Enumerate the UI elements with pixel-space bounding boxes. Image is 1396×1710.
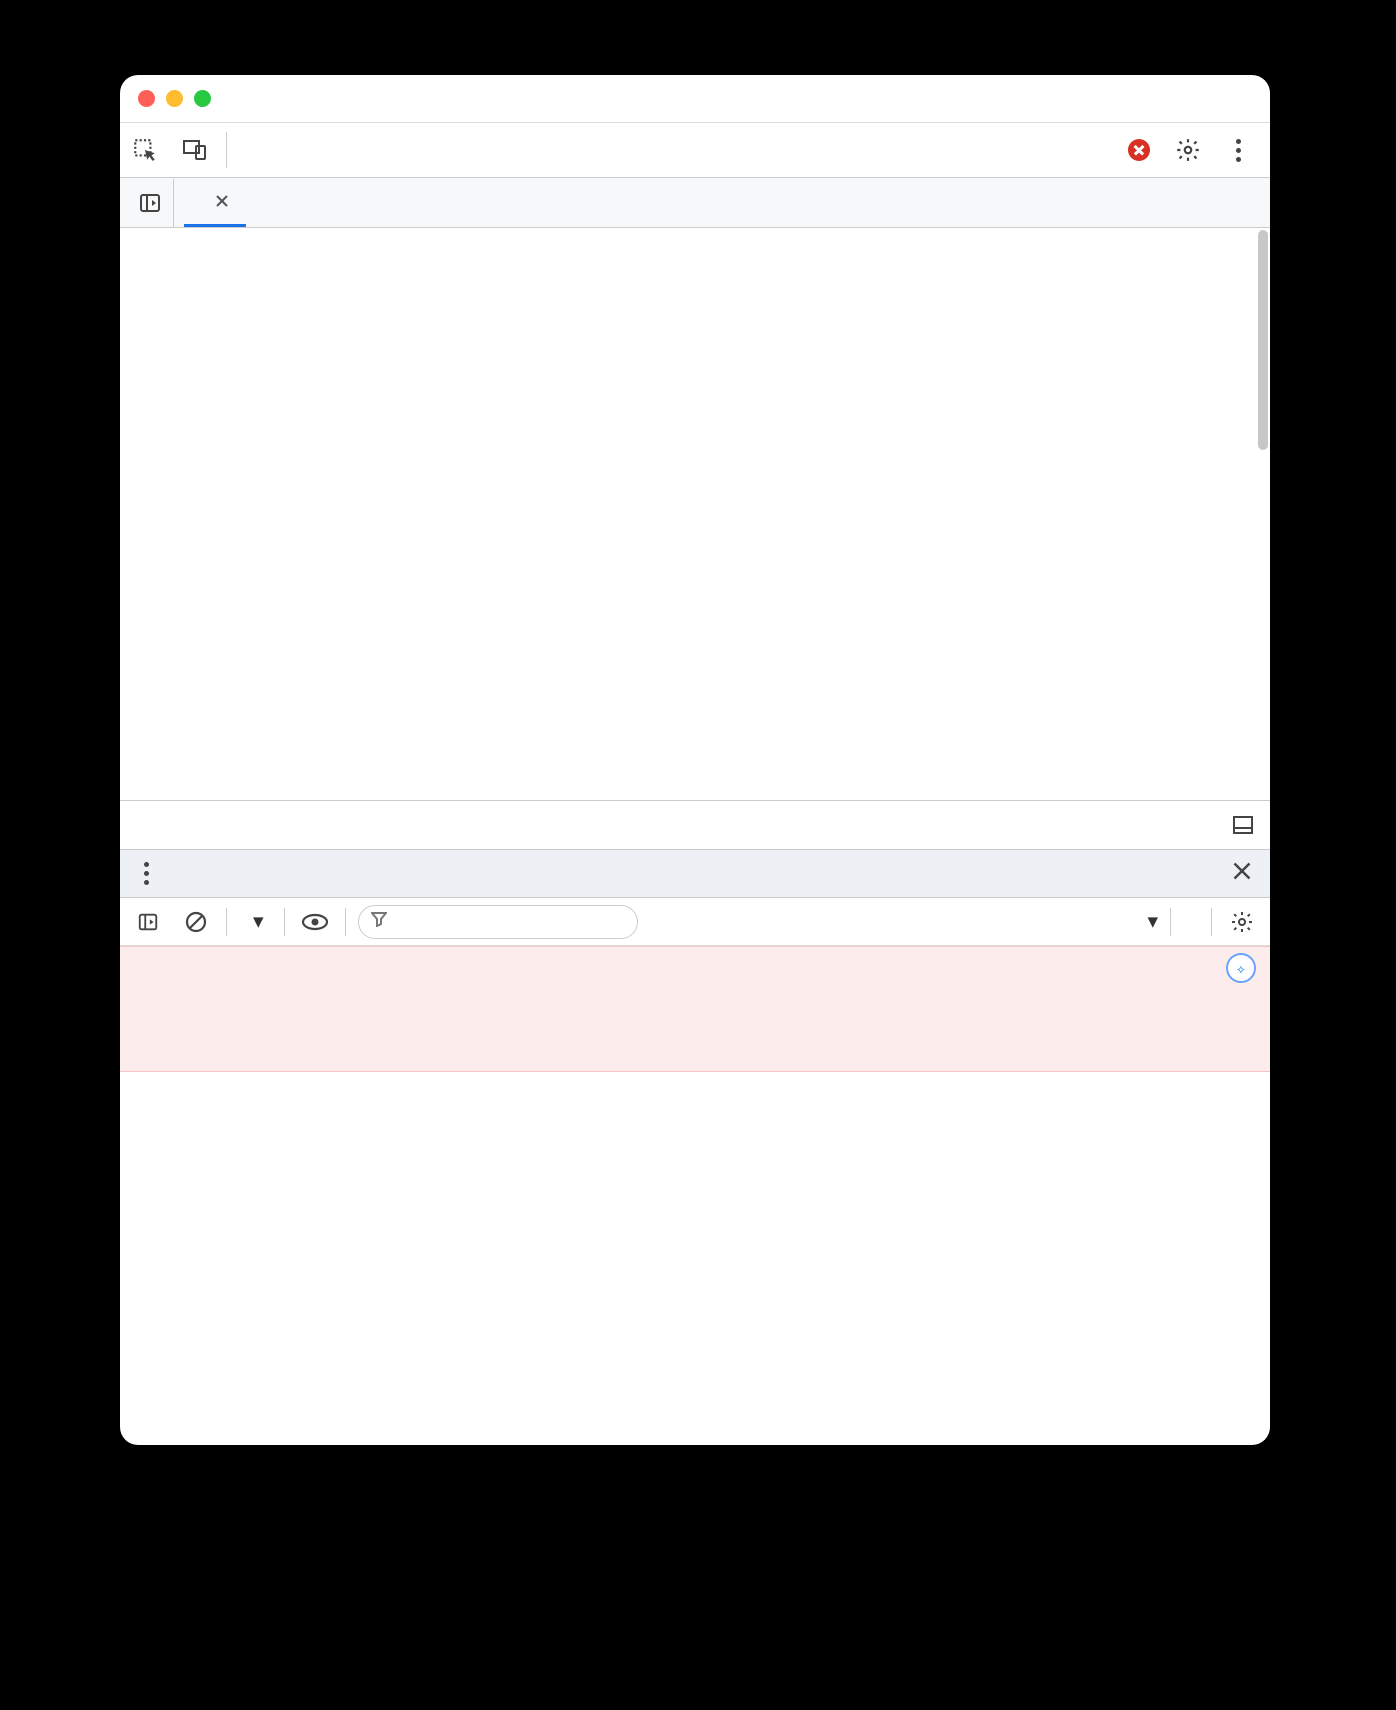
- chevron-down-icon: ▾: [1147, 909, 1158, 934]
- drawer-menu-icon[interactable]: [126, 856, 166, 892]
- file-tab[interactable]: [184, 179, 246, 227]
- devtools-window: ▾ ▾ ✧: [120, 75, 1270, 1445]
- close-drawer-icon[interactable]: [1220, 860, 1264, 888]
- editor-statusbar: [120, 800, 1270, 850]
- divider: [1170, 908, 1171, 936]
- console-toolbar: ▾ ▾: [120, 898, 1270, 946]
- drawer-tabs: [120, 850, 1270, 898]
- console-error-entry[interactable]: ✧: [120, 946, 1270, 1072]
- titlebar: [120, 75, 1270, 123]
- device-toggle-icon[interactable]: [170, 123, 220, 178]
- error-count-badge[interactable]: [1128, 139, 1156, 161]
- dock-icon[interactable]: [1228, 813, 1258, 837]
- show-navigator-icon[interactable]: [126, 179, 174, 227]
- divider: [226, 132, 227, 168]
- divider: [284, 908, 285, 936]
- console-sidebar-icon[interactable]: [130, 904, 166, 940]
- minimize-icon[interactable]: [166, 90, 183, 107]
- settings-icon[interactable]: [1170, 132, 1206, 168]
- fullscreen-icon[interactable]: [194, 90, 211, 107]
- divider: [1211, 908, 1212, 936]
- close-tab-icon[interactable]: [212, 191, 232, 211]
- filter-icon: [371, 910, 387, 933]
- error-icon: [1128, 139, 1150, 161]
- divider: [345, 908, 346, 936]
- kebab-menu-icon[interactable]: [1220, 132, 1256, 168]
- more-tabs-icon[interactable]: [245, 132, 281, 168]
- inspect-icon[interactable]: [120, 123, 170, 178]
- sources-file-tabs: [120, 178, 1270, 228]
- context-selector[interactable]: ▾: [239, 909, 272, 934]
- clear-console-icon[interactable]: [178, 904, 214, 940]
- divider: [226, 908, 227, 936]
- scrollbar[interactable]: [1258, 230, 1268, 450]
- traffic-lights: [138, 90, 211, 107]
- live-expression-icon[interactable]: [297, 904, 333, 940]
- console-filter-input[interactable]: [358, 905, 638, 939]
- line-gutter: [120, 228, 180, 800]
- close-icon[interactable]: [138, 90, 155, 107]
- main-toolbar: [120, 123, 1270, 178]
- code-content[interactable]: [180, 228, 1270, 800]
- console-settings-icon[interactable]: [1224, 904, 1260, 940]
- console-output: ✧: [120, 946, 1270, 1088]
- log-levels-selector[interactable]: ▾: [1141, 909, 1158, 934]
- ai-explain-icon[interactable]: ✧: [1226, 953, 1256, 983]
- chevron-down-icon: ▾: [253, 909, 264, 934]
- console-prompt[interactable]: [120, 1072, 1270, 1088]
- code-editor[interactable]: [120, 228, 1270, 800]
